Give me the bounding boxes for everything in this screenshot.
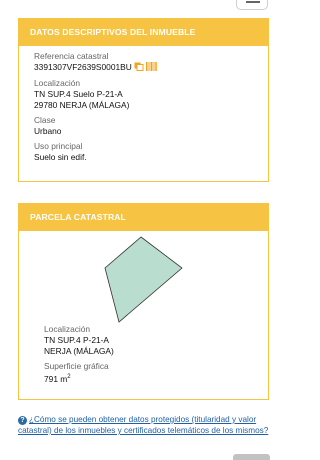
parcela-loc-label: Localización — [44, 324, 91, 334]
parcel-polygon — [104, 236, 183, 323]
menu-bar-icon — [246, 1, 260, 3]
parcela-panel-header: PARCELA CATASTRAL — [19, 204, 268, 231]
clase-label: Clase — [34, 115, 56, 125]
inmueble-panel: DATOS DESCRIPTIVOS DEL INMUEBLE Referenc… — [18, 18, 269, 182]
ref-label: Referencia catastral — [34, 51, 109, 61]
loc-line2: 29780 NERJA (MÁLAGA) — [34, 100, 130, 110]
uso-value: Suelo sin edif. — [34, 152, 87, 162]
superficie-value: 791 m2 — [44, 372, 114, 385]
barcode-icon[interactable] — [146, 62, 158, 74]
superficie-unit-exponent: 2 — [67, 374, 71, 380]
parcela-panel: PARCELA CATASTRAL Localización TN SUP.4 … — [18, 203, 269, 400]
hamburger-menu-button[interactable] — [236, 0, 268, 10]
superficie-number: 791 m — [44, 373, 68, 384]
inmueble-panel-header: DATOS DESCRIPTIVOS DEL INMUEBLE — [19, 19, 268, 46]
faq-help: ? ¿Cómo se pueden obtener datos protegido… — [18, 414, 274, 436]
parcela-loc-line2: NERJA (MÁLAGA) — [44, 346, 114, 356]
parcel-map[interactable] — [19, 231, 268, 328]
faq-link[interactable]: ¿Cómo se pueden obtener datos protegidos… — [18, 415, 268, 435]
parcela-loc-line1: TN SUP.4 P-21-A — [44, 335, 110, 345]
loc-line1: TN SUP.4 Suelo P-21-A — [34, 89, 123, 99]
superficie-label: Superficie gráfica — [44, 361, 109, 371]
clase-value: Urbano — [34, 126, 62, 136]
scroll-top-button[interactable] — [233, 454, 270, 460]
ref-value: 3391307VF2639S0001BU — [34, 62, 132, 72]
loc-label: Localización — [34, 78, 81, 88]
question-icon: ? — [18, 416, 27, 425]
uso-label: Uso principal — [34, 141, 83, 151]
ref-row: 3391307VF2639S0001BU — [34, 62, 268, 74]
copy-icon[interactable] — [134, 62, 144, 74]
